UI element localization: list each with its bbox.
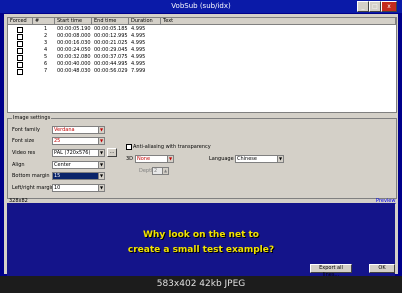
chevron-down-icon: ▼ <box>98 185 104 191</box>
image-info-footer: 583x402 42kb JPEG <box>0 276 402 293</box>
vobsub-window: VobSub (sub/idx) _ □ x Forced # Start ti… <box>0 0 402 278</box>
left-right-margin-select[interactable]: 10 ▼ <box>52 184 105 192</box>
cell-dur: 4.995 <box>131 26 146 32</box>
forced-checkbox[interactable] <box>17 69 23 75</box>
font-family-select[interactable]: Verdana ▼ <box>52 126 105 134</box>
cell-end: 00:00:44.995 <box>94 61 128 67</box>
cell-dur: 7.999 <box>131 68 146 74</box>
table-row[interactable]: 3 00:00:16.030 00:00:21.025 4.995 <box>8 40 396 47</box>
font-family-label: Font family <box>12 127 40 133</box>
spinner-arrows-icon: ▲ <box>162 168 168 174</box>
cell-dur: 4.995 <box>131 47 146 53</box>
cell-dur: 4.995 <box>131 54 146 60</box>
bottom-margin-value: 15 <box>54 173 61 179</box>
cell-end: 00:00:21.025 <box>94 40 128 46</box>
cell-num: 6 <box>44 61 48 67</box>
table-row[interactable]: 1 00:00:05.190 00:00:05.185 4.995 <box>8 26 396 33</box>
cell-num: 2 <box>44 33 48 39</box>
table-row[interactable]: 2 00:00:08.000 00:00:12.995 4.995 <box>8 33 396 40</box>
three-d-select[interactable]: None ▼ <box>135 155 174 163</box>
chevron-down-icon: ▼ <box>98 150 104 156</box>
depth-spinner[interactable]: 2 ▲ <box>152 167 169 175</box>
column-header-text[interactable]: Text <box>161 18 396 25</box>
column-header-start[interactable]: Start time <box>55 18 92 25</box>
language-select[interactable]: Chinese ▼ <box>235 155 284 163</box>
column-header-forced[interactable]: Forced <box>8 18 33 25</box>
bottom-margin-select[interactable]: 15 ▼ <box>52 172 105 180</box>
cell-dur: 4.995 <box>131 33 146 39</box>
three-d-label: 3D <box>126 156 134 162</box>
cell-start: 00:00:24.050 <box>57 47 91 53</box>
font-family-value: Verdana <box>54 127 75 133</box>
chevron-down-icon: ▼ <box>98 127 104 133</box>
depth-value: 2 <box>154 168 158 174</box>
cell-start: 00:00:05.190 <box>57 26 91 32</box>
cell-start: 00:00:40.000 <box>57 61 91 67</box>
preview-line-1: Why look on the net to <box>142 230 259 240</box>
left-right-margin-label: Left/right margin <box>12 185 55 191</box>
cell-num: 3 <box>44 40 48 46</box>
window-title: VobSub (sub/idx) <box>171 2 231 10</box>
font-size-label: Font size <box>12 138 35 144</box>
cell-num: 1 <box>44 26 48 32</box>
table-row[interactable]: 6 00:00:40.000 00:00:44.995 4.995 <box>8 61 396 68</box>
cell-end: 00:00:37.075 <box>94 54 128 60</box>
anti-aliasing-label: Anti-aliasing with transparency <box>133 144 211 150</box>
subtitle-grid[interactable]: Forced # Start time End time Duration Te… <box>7 17 397 113</box>
table-row[interactable]: 4 00:00:24.050 00:00:29.045 4.995 <box>8 47 396 54</box>
column-header-end[interactable]: End time <box>92 18 129 25</box>
language-label: Language <box>209 156 234 162</box>
table-row[interactable]: 5 00:00:32.080 00:00:37.075 4.995 <box>8 54 396 61</box>
cell-dur: 4.995 <box>131 40 146 46</box>
video-res-select[interactable]: PAL (720x576) ▼ <box>52 149 105 157</box>
chevron-down-icon: ▼ <box>98 138 104 144</box>
cell-end: 00:00:56.029 <box>94 68 128 74</box>
chevron-down-icon: ▼ <box>98 162 104 168</box>
chevron-down-icon: ▼ <box>277 156 283 162</box>
align-value: Center <box>54 162 71 168</box>
chevron-down-icon: ▼ <box>98 173 104 179</box>
font-size-value: 25 <box>54 138 61 144</box>
cell-num: 5 <box>44 54 48 60</box>
cell-end: 00:00:05.185 <box>94 26 128 32</box>
cell-end: 00:00:29.045 <box>94 47 128 53</box>
minimize-button[interactable]: _ <box>357 1 369 12</box>
cell-start: 00:00:08.000 <box>57 33 91 39</box>
language-value: Chinese <box>237 156 257 162</box>
cell-dur: 4.995 <box>131 61 146 67</box>
video-res-value: PAL (720x576) <box>54 150 91 156</box>
image-settings-group: Image settings Font family Verdana ▼ Font… <box>7 115 397 199</box>
cell-end: 00:00:12.995 <box>94 33 128 39</box>
title-bar: VobSub (sub/idx) _ □ x <box>0 0 402 13</box>
align-select[interactable]: Center ▼ <box>52 161 105 169</box>
align-label: Align <box>12 162 25 168</box>
video-res-label: Video res <box>12 150 36 156</box>
anti-aliasing-checkbox[interactable] <box>126 144 132 150</box>
bottom-margin-label: Bottom margin <box>12 173 50 179</box>
cell-start: 00:00:48.030 <box>57 68 91 74</box>
image-settings-label: Image settings <box>12 115 52 121</box>
maximize-button[interactable]: □ <box>369 1 381 12</box>
ok-button[interactable]: OK <box>369 264 395 273</box>
font-size-select[interactable]: 25 ▼ <box>52 137 105 145</box>
column-header-number[interactable]: # <box>33 18 55 25</box>
chevron-down-icon: ▼ <box>167 156 173 162</box>
left-right-margin-value: 10 <box>54 185 61 191</box>
close-button[interactable]: x <box>381 1 397 12</box>
cell-num: 7 <box>44 68 48 74</box>
export-all-lines-button[interactable]: Export all lines... <box>310 264 352 278</box>
dialog-client: Forced # Start time End time Duration Te… <box>4 14 398 278</box>
preview-line-2: create a small test example? <box>127 245 275 255</box>
column-header-duration[interactable]: Duration <box>129 18 161 25</box>
cell-num: 4 <box>44 47 48 53</box>
video-res-browse-button[interactable]: ... <box>107 148 117 157</box>
table-row[interactable]: 7 00:00:48.030 00:00:56.029 7.999 <box>8 68 396 75</box>
cell-start: 00:00:32.080 <box>57 54 91 60</box>
cell-start: 00:00:16.030 <box>57 40 91 46</box>
three-d-value: None <box>137 156 151 162</box>
